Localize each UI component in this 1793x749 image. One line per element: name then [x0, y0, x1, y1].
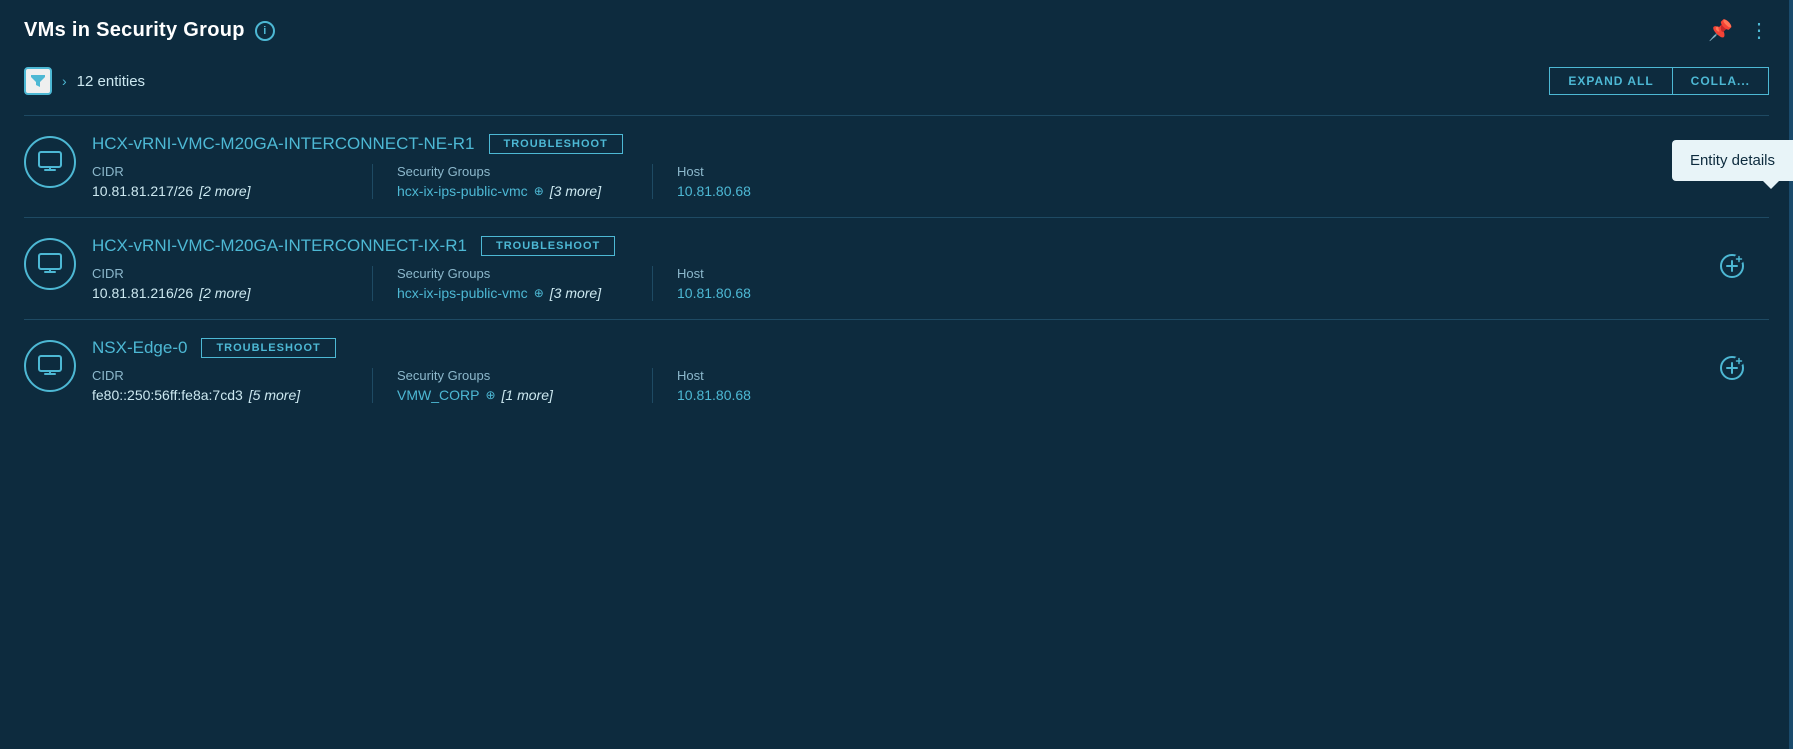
cidr-more[interactable]: [2 more] — [199, 183, 250, 199]
cidr-ip: 10.81.81.217/26 — [92, 183, 193, 199]
sg-search-icon[interactable]: ⊕ — [485, 388, 495, 402]
host-label: Host — [677, 368, 908, 383]
security-group-link[interactable]: VMW_CORP — [397, 387, 479, 403]
vm-icon-wrap — [24, 136, 76, 188]
host-value: 10.81.80.68 — [677, 285, 908, 301]
host-label: Host — [677, 266, 908, 281]
entity-main: HCX-vRNI-VMC-M20GA-INTERCONNECT-IX-R1 TR… — [92, 236, 1769, 301]
circle-plus-icon — [1719, 355, 1745, 381]
cidr-value: fe80::250:56ff:fe8a:7cd3 [5 more] — [92, 387, 348, 403]
entity-name-row: HCX-vRNI-VMC-M20GA-INTERCONNECT-NE-R1 TR… — [92, 134, 1769, 154]
sg-more[interactable]: [3 more] — [550, 183, 601, 199]
host-col: Host 10.81.80.68 — [652, 266, 932, 301]
pin-icon[interactable]: 📌 — [1708, 18, 1733, 43]
cidr-value: 10.81.81.217/26 [2 more] — [92, 183, 348, 199]
entities-count: 12 entities — [77, 73, 145, 90]
entity-row: HCX-vRNI-VMC-M20GA-INTERCONNECT-NE-R1 TR… — [24, 115, 1769, 218]
sg-search-icon[interactable]: ⊕ — [534, 286, 544, 300]
cidr-col: CIDR fe80::250:56ff:fe8a:7cd3 [5 more] — [92, 368, 372, 403]
vm-icon — [38, 253, 62, 275]
entity-details-grid: CIDR 10.81.81.216/26 [2 more] Security G… — [92, 266, 1769, 301]
security-groups-label: Security Groups — [397, 266, 628, 281]
header-actions: 📌 ⋮ — [1708, 18, 1769, 43]
host-col: Host 10.81.80.68 — [652, 368, 932, 403]
panel-title: VMs in Security Group — [24, 19, 245, 42]
info-icon[interactable]: i — [255, 21, 275, 41]
filter-icon — [31, 75, 45, 87]
host-link[interactable]: 10.81.80.68 — [677, 183, 751, 199]
vm-icon — [38, 151, 62, 173]
security-groups-value: hcx-ix-ips-public-vmc ⊕ [3 more] — [397, 285, 628, 301]
host-value: 10.81.80.68 — [677, 387, 908, 403]
filter-left: › 12 entities — [24, 67, 145, 95]
cidr-ip: 10.81.81.216/26 — [92, 285, 193, 301]
host-link[interactable]: 10.81.80.68 — [677, 387, 751, 403]
cidr-label: CIDR — [92, 368, 348, 383]
circle-plus-icon — [1719, 253, 1745, 279]
expand-all-button[interactable]: EXPAND ALL — [1549, 67, 1671, 95]
cidr-label: CIDR — [92, 164, 348, 179]
vm-icon — [38, 355, 62, 377]
panel-title-row: VMs in Security Group i — [24, 19, 275, 42]
more-options-icon[interactable]: ⋮ — [1749, 18, 1769, 43]
entity-list: HCX-vRNI-VMC-M20GA-INTERCONNECT-NE-R1 TR… — [24, 115, 1769, 421]
security-groups-label: Security Groups — [397, 368, 628, 383]
expand-chevron[interactable]: › — [62, 73, 67, 89]
troubleshoot-button[interactable]: TROUBLESHOOT — [489, 134, 623, 154]
entity-main: HCX-vRNI-VMC-M20GA-INTERCONNECT-NE-R1 TR… — [92, 134, 1769, 199]
host-value: 10.81.80.68 — [677, 183, 908, 199]
cidr-col: CIDR 10.81.81.216/26 [2 more] — [92, 266, 372, 301]
add-entity-button[interactable] — [1719, 253, 1745, 285]
security-groups-col: Security Groups VMW_CORP ⊕ [1 more] — [372, 368, 652, 403]
entity-name[interactable]: HCX-vRNI-VMC-M20GA-INTERCONNECT-NE-R1 — [92, 134, 475, 154]
entity-name-row: NSX-Edge-0 TROUBLESHOOT — [92, 338, 1769, 358]
vm-icon-wrap — [24, 340, 76, 392]
entity-row: NSX-Edge-0 TROUBLESHOOT CIDR fe80::250:5… — [24, 320, 1769, 421]
entity-details-tooltip: Entity details — [1672, 140, 1793, 181]
entity-name[interactable]: NSX-Edge-0 — [92, 338, 187, 358]
security-groups-value: VMW_CORP ⊕ [1 more] — [397, 387, 628, 403]
right-border — [1789, 0, 1793, 749]
cidr-label: CIDR — [92, 266, 348, 281]
vms-security-group-panel: VMs in Security Group i 📌 ⋮ › 12 entitie… — [0, 0, 1793, 749]
sg-more[interactable]: [3 more] — [550, 285, 601, 301]
security-groups-col: Security Groups hcx-ix-ips-public-vmc ⊕ … — [372, 266, 652, 301]
entity-details-grid: CIDR 10.81.81.217/26 [2 more] Security G… — [92, 164, 1769, 199]
security-groups-value: hcx-ix-ips-public-vmc ⊕ [3 more] — [397, 183, 628, 199]
add-entity-button[interactable] — [1719, 355, 1745, 387]
cidr-value: 10.81.81.216/26 [2 more] — [92, 285, 348, 301]
cidr-col: CIDR 10.81.81.217/26 [2 more] — [92, 164, 372, 199]
filter-button[interactable] — [24, 67, 52, 95]
entity-details-grid: CIDR fe80::250:56ff:fe8a:7cd3 [5 more] S… — [92, 368, 1769, 403]
security-groups-label: Security Groups — [397, 164, 628, 179]
entity-name[interactable]: HCX-vRNI-VMC-M20GA-INTERCONNECT-IX-R1 — [92, 236, 467, 256]
cidr-more[interactable]: [5 more] — [249, 387, 300, 403]
vm-icon-wrap — [24, 238, 76, 290]
cidr-ip: fe80::250:56ff:fe8a:7cd3 — [92, 387, 243, 403]
troubleshoot-button[interactable]: TROUBLESHOOT — [481, 236, 615, 256]
host-col: Host 10.81.80.68 — [652, 164, 932, 199]
host-label: Host — [677, 164, 908, 179]
host-link[interactable]: 10.81.80.68 — [677, 285, 751, 301]
security-group-link[interactable]: hcx-ix-ips-public-vmc — [397, 183, 528, 199]
security-groups-col: Security Groups hcx-ix-ips-public-vmc ⊕ … — [372, 164, 652, 199]
troubleshoot-button[interactable]: TROUBLESHOOT — [201, 338, 335, 358]
cidr-more[interactable]: [2 more] — [199, 285, 250, 301]
entity-name-row: HCX-vRNI-VMC-M20GA-INTERCONNECT-IX-R1 TR… — [92, 236, 1769, 256]
collapse-button[interactable]: COLLA... — [1672, 67, 1769, 95]
action-buttons: EXPAND ALL COLLA... — [1549, 67, 1769, 95]
panel-header: VMs in Security Group i 📌 ⋮ — [24, 18, 1769, 43]
entity-row: HCX-vRNI-VMC-M20GA-INTERCONNECT-IX-R1 TR… — [24, 218, 1769, 320]
sg-search-icon[interactable]: ⊕ — [534, 184, 544, 198]
filter-bar: › 12 entities EXPAND ALL COLLA... — [24, 67, 1769, 95]
entity-main: NSX-Edge-0 TROUBLESHOOT CIDR fe80::250:5… — [92, 338, 1769, 403]
sg-more[interactable]: [1 more] — [502, 387, 553, 403]
security-group-link[interactable]: hcx-ix-ips-public-vmc — [397, 285, 528, 301]
